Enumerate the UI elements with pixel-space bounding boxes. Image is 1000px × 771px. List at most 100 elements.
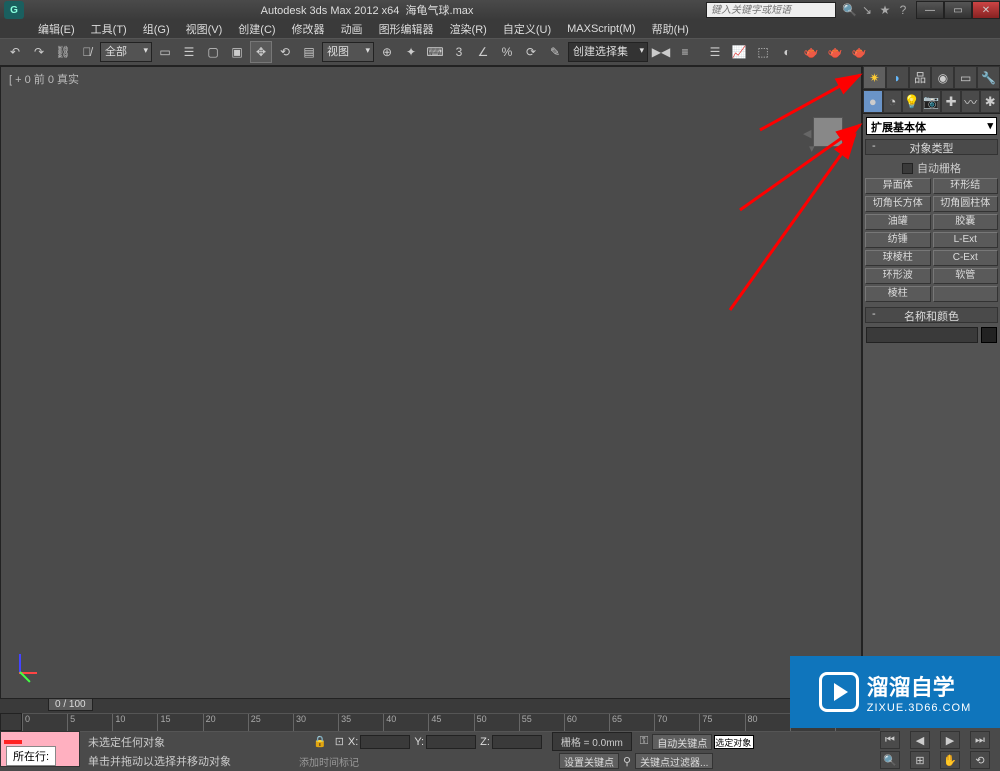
add-time-tag[interactable]: 添加时间标记 (299, 754, 359, 769)
close-button[interactable]: ✕ (972, 1, 1000, 19)
keyboard-shortcut-button[interactable]: ⌨ (424, 41, 446, 63)
select-rotate-button[interactable]: ⟲ (274, 41, 296, 63)
menu-create[interactable]: 创建(C) (230, 19, 283, 39)
systems-subtab[interactable]: ✱ (980, 90, 1000, 113)
display-tab[interactable]: ▭ (954, 66, 977, 89)
hedra-button[interactable]: 异面体 (865, 178, 931, 194)
zoom-button[interactable]: 🔍 (880, 751, 900, 769)
mirror-button[interactable]: ▶◀ (650, 41, 672, 63)
star-icon[interactable]: ★ (878, 3, 892, 17)
lights-subtab[interactable]: 💡 (902, 90, 922, 113)
edit-named-sel-button[interactable]: ✎ (544, 41, 566, 63)
material-editor-button[interactable]: ◐ (776, 41, 798, 63)
category-dropdown[interactable]: 扩展基本体 (866, 117, 997, 135)
track-bar[interactable]: 05 1015 2025 3035 4045 5055 6065 7075 80… (22, 713, 880, 731)
pan-button[interactable]: ✋ (940, 751, 960, 769)
capsule-button[interactable]: 胶囊 (933, 214, 999, 230)
cext-button[interactable]: C-Ext (933, 250, 999, 266)
play-button[interactable]: ▶ (940, 731, 960, 749)
key-filters-button[interactable]: 关键点过滤器... (635, 753, 713, 769)
prev-frame-button[interactable]: ◀ (910, 731, 930, 749)
select-region-button[interactable]: ▢ (202, 41, 224, 63)
rollout-object-type[interactable]: 对象类型 (865, 139, 998, 155)
keymode-icon[interactable]: ⚲ (623, 755, 631, 768)
link-button[interactable]: ⛓ (52, 41, 74, 63)
geometry-subtab[interactable]: ● (863, 90, 883, 113)
spacewarps-subtab[interactable]: 〰 (961, 90, 981, 113)
ref-coord-combo[interactable]: 视图 (322, 42, 374, 62)
curve-editor-button[interactable]: 📈 (728, 41, 750, 63)
menu-views[interactable]: 视图(V) (178, 19, 231, 39)
menu-animation[interactable]: 动画 (333, 19, 371, 39)
object-name-input[interactable] (866, 327, 978, 343)
viewcube-arrow-left-icon[interactable]: ◀ (803, 127, 811, 140)
zoom-all-button[interactable]: ⊞ (910, 751, 930, 769)
manipulate-button[interactable]: ✦ (400, 41, 422, 63)
spindle-button[interactable]: 纺锤 (865, 232, 931, 248)
viewport-front[interactable]: [ + 0 前 0 真实 ◀ ▾ (0, 66, 862, 699)
unlink-button[interactable]: ⛓̸ (76, 41, 98, 63)
y-coord-input[interactable] (426, 735, 476, 749)
trackbar-toggle[interactable] (0, 713, 22, 731)
angle-snap-button[interactable]: ∠ (472, 41, 494, 63)
object-color-swatch[interactable] (981, 327, 997, 343)
auto-grid-checkbox[interactable] (902, 163, 913, 174)
select-name-button[interactable]: ☰ (178, 41, 200, 63)
helpers-subtab[interactable]: ✚ (941, 90, 961, 113)
chamfercyl-button[interactable]: 切角圆柱体 (933, 196, 999, 212)
select-scale-button[interactable]: ▤ (298, 41, 320, 63)
key-icon[interactable]: ⚿ (640, 735, 648, 748)
select-object-button[interactable]: ▭ (154, 41, 176, 63)
menu-help[interactable]: 帮助(H) (644, 19, 697, 39)
lock-icon[interactable]: 🔒 (313, 735, 327, 748)
app-icon[interactable]: G (4, 1, 24, 19)
arrow-icon[interactable]: ↘ (860, 3, 874, 17)
render-button[interactable]: 🫖 (848, 41, 870, 63)
prism-button[interactable]: 棱柱 (865, 286, 931, 302)
z-coord-input[interactable] (492, 735, 542, 749)
menu-grapheditors[interactable]: 图形编辑器 (371, 19, 442, 39)
pivot-button[interactable]: ⊕ (376, 41, 398, 63)
select-move-button[interactable]: ✥ (250, 41, 272, 63)
layers-button[interactable]: ☰ (704, 41, 726, 63)
selection-filter-combo[interactable]: 全部 (100, 42, 152, 62)
gengon-button[interactable]: 球棱柱 (865, 250, 931, 266)
help-search-input[interactable] (706, 2, 836, 18)
orbit-button[interactable]: ⟲ (970, 751, 990, 769)
lext-button[interactable]: L-Ext (933, 232, 999, 248)
viewcube-face[interactable] (813, 117, 843, 147)
named-selection-combo[interactable]: 创建选择集 (568, 42, 648, 62)
snap-toggle-button[interactable]: 3 (448, 41, 470, 63)
chamferbox-button[interactable]: 切角长方体 (865, 196, 931, 212)
set-key-button[interactable]: 设置关键点 (559, 753, 619, 769)
utilities-tab[interactable]: 🔧 (977, 66, 1000, 89)
menu-maxscript[interactable]: MAXScript(M) (559, 21, 643, 37)
viewcube[interactable]: ◀ ▾ (803, 107, 853, 157)
search-icon[interactable]: 🔍 (842, 3, 856, 17)
shapes-subtab[interactable]: ◔ (883, 90, 903, 113)
motion-tab[interactable]: ◉ (931, 66, 954, 89)
render-frame-button[interactable]: 🫖 (824, 41, 846, 63)
menu-group[interactable]: 组(G) (135, 19, 178, 39)
next-frame-button[interactable]: ⏭ (970, 731, 990, 749)
help-icon[interactable]: ? (896, 3, 910, 17)
x-coord-input[interactable] (360, 735, 410, 749)
rollout-name-color[interactable]: 名称和颜色 (865, 307, 998, 323)
percent-snap-button[interactable]: % (496, 41, 518, 63)
modify-tab[interactable]: ◗ (886, 66, 909, 89)
schematic-view-button[interactable]: ⬚ (752, 41, 774, 63)
frame-indicator[interactable]: 0 / 100 (48, 698, 93, 711)
menu-modifiers[interactable]: 修改器 (284, 19, 333, 39)
menu-edit[interactable]: 编辑(E) (30, 19, 83, 39)
ringwave-button[interactable]: 环形波 (865, 268, 931, 284)
isolate-icon[interactable]: ⊡ (335, 735, 344, 748)
viewport-label[interactable]: [ + 0 前 0 真实 (9, 71, 79, 87)
menu-tools[interactable]: 工具(T) (83, 19, 135, 39)
key-target-combo[interactable]: 选定对象 (714, 735, 754, 749)
minimize-button[interactable]: — (916, 1, 944, 19)
undo-button[interactable]: ↶ (4, 41, 26, 63)
align-button[interactable]: ≡ (674, 41, 696, 63)
window-crossing-button[interactable]: ▣ (226, 41, 248, 63)
render-setup-button[interactable]: 🫖 (800, 41, 822, 63)
menu-rendering[interactable]: 渲染(R) (442, 19, 495, 39)
